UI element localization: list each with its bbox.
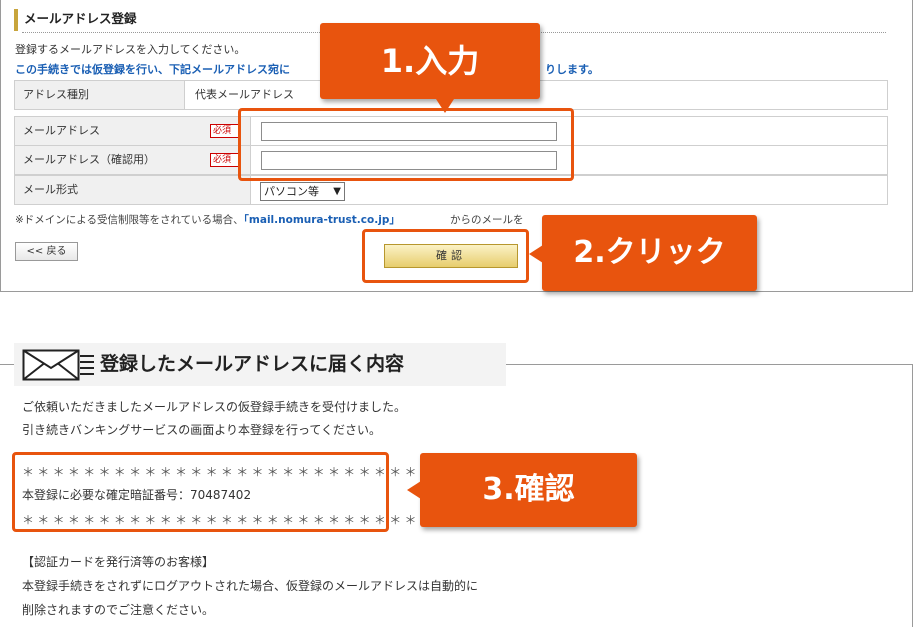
domain-notice: ※ドメインによる受信制限等をされている場合、「mail.nomura-trust…: [15, 212, 524, 227]
callout-step2-label: 2.クリック: [573, 235, 726, 270]
callout-pointer: [407, 481, 421, 499]
mail-body-line: ご依頼いただきましたメールアドレスの仮登録手続きを受付けました。: [22, 400, 407, 414]
callout-step3-label: 3.確認: [482, 472, 575, 507]
mail-format-selected: パソコン等: [264, 185, 319, 198]
mail-header: 登録したメールアドレスに届く内容: [14, 343, 506, 386]
callout-step1-label: 1.入力: [380, 42, 480, 80]
notice-end: からのメールを: [450, 214, 524, 226]
address-type-value: 代表メールアドレス: [195, 88, 294, 101]
mail-separator: ＊＊＊＊＊＊＊＊＊＊＊＊＊＊＊＊＊＊＊＊＊＊＊＊＊＊: [22, 465, 420, 479]
intro-notice-end: りします。: [545, 63, 599, 76]
mail-format-select[interactable]: パソコン等 ▼: [260, 182, 345, 201]
mail-section-heading: 【認証カードを発行済等のお客様】: [22, 555, 215, 569]
mail-body-line: 引き続きバンキングサービスの画面より本登録を行ってください。: [22, 423, 382, 437]
required-badge: 必須: [210, 153, 240, 167]
mail-body-line: 削除されますのでご注意ください。: [22, 603, 215, 617]
required-badge: 必須: [210, 124, 240, 138]
email-input[interactable]: [261, 122, 557, 141]
address-type-label: アドレス種別: [15, 81, 185, 109]
confirm-button[interactable]: 確認: [384, 244, 518, 268]
domain-link: 「mail.nomura-trust.co.jp」: [243, 214, 400, 226]
callout-pointer: [436, 99, 454, 113]
mail-separator: ＊＊＊＊＊＊＊＊＊＊＊＊＊＊＊＊＊＊＊＊＊＊＊＊＊＊: [22, 513, 420, 527]
callout-step1: 1.入力: [320, 23, 540, 113]
chevron-down-icon: ▼: [333, 186, 341, 197]
mail-format-label: メール形式: [15, 176, 251, 204]
back-button[interactable]: << 戻る: [15, 242, 78, 261]
row-email: メールアドレス 必須: [14, 116, 888, 146]
mail-body-line: 本登録手続きをされずにログアウトされた場合、仮登録のメールアドレスは自動的に: [22, 579, 479, 593]
intro-notice: この手続きでは仮登録を行い、下記メールアドレス宛に りします。: [15, 61, 599, 77]
confirmation-code-line: 本登録に必要な確定暗証番号：70487402: [22, 488, 252, 502]
callout-step3: 3.確認: [407, 453, 637, 527]
lines-icon: [80, 355, 94, 375]
row-mail-format: メール形式 パソコン等 ▼: [14, 175, 888, 205]
callout-pointer: [529, 245, 543, 263]
mail-header-title: 登録したメールアドレスに届く内容: [100, 353, 405, 375]
intro-notice-start: この手続きでは仮登録を行い、下記メールアドレス宛に: [15, 63, 290, 76]
envelope-icon: [22, 349, 80, 381]
callout-step2: 2.クリック: [529, 215, 757, 291]
intro-text: 登録するメールアドレスを入力してください。: [15, 43, 246, 56]
row-email-confirm: メールアドレス（確認用） 必須: [14, 145, 888, 175]
email-confirm-input[interactable]: [261, 151, 557, 170]
notice-start: ※ドメインによる受信制限等をされている場合、: [15, 214, 244, 226]
